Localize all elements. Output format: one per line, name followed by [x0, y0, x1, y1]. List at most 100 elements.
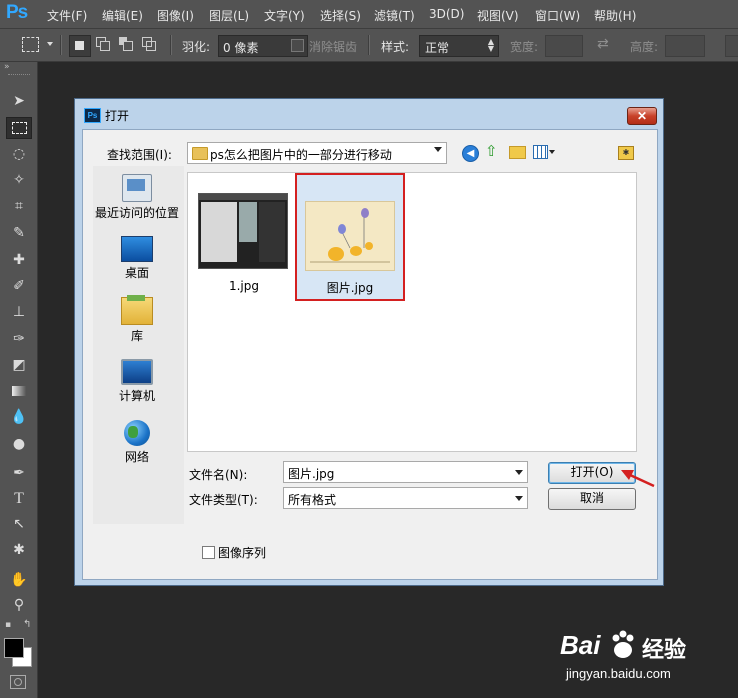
- place-computer-label: 计算机: [118, 389, 155, 403]
- photoshop-logo: Ps: [6, 2, 28, 23]
- hand-tool-icon[interactable]: ✋: [6, 569, 32, 591]
- filetype-label: 文件类型(T):: [189, 493, 258, 507]
- place-computer[interactable]: 计算机: [93, 359, 181, 404]
- back-icon[interactable]: ◀: [462, 145, 479, 162]
- swap-colors-icon[interactable]: ↰: [23, 619, 31, 630]
- menu-filter[interactable]: 滤镜(T): [374, 7, 415, 24]
- intersect-selection-button[interactable]: [142, 37, 156, 51]
- open-dialog: Ps 打开 ✕ 查找范围(I): ps怎么把图片中的一部分进行移动 ◀ ⇧ ✱ …: [74, 98, 664, 586]
- chevron-down-icon[interactable]: [515, 470, 523, 475]
- place-network-label: 网络: [124, 450, 149, 464]
- foreground-color-swatch[interactable]: [4, 638, 24, 658]
- filetype-value: 所有格式: [288, 493, 337, 507]
- style-label: 样式:: [381, 40, 410, 54]
- baidu-url: jingyan.baidu.com: [566, 666, 671, 681]
- menu-edit[interactable]: 编辑(E): [102, 7, 143, 24]
- place-desktop[interactable]: 桌面: [93, 236, 181, 281]
- filename-input[interactable]: 图片.jpg: [283, 461, 528, 483]
- menu-help[interactable]: 帮助(H): [594, 7, 636, 24]
- dodge-tool-icon[interactable]: ●: [6, 433, 32, 455]
- red-arrow-annotation: [621, 470, 655, 488]
- antialias-checkbox[interactable]: [291, 39, 304, 52]
- folder-star-icon[interactable]: ✱: [618, 146, 634, 160]
- width-input[interactable]: [545, 35, 583, 57]
- options-bar: 羽化: 0 像素 消除锯齿 样式: 正常 ▲ ▼ 宽度: ⇄ 高度:: [0, 28, 738, 62]
- dialog-body: 查找范围(I): ps怎么把图片中的一部分进行移动 ◀ ⇧ ✱ 最近访问的位置 …: [82, 129, 658, 580]
- place-libraries[interactable]: 库: [93, 295, 181, 344]
- move-tool-icon[interactable]: ➤: [6, 90, 32, 112]
- swap-arrows-icon[interactable]: ⇄: [597, 36, 609, 52]
- baidu-watermark: Bai 经验: [560, 630, 710, 663]
- view-menu-icon[interactable]: [533, 145, 548, 159]
- places-bar: 最近访问的位置 桌面 库 计算机 网络: [93, 166, 184, 524]
- look-in-label: 查找范围(I):: [107, 148, 172, 162]
- clone-stamp-tool-icon[interactable]: ⊥: [6, 301, 32, 323]
- menu-view[interactable]: 视图(V): [477, 7, 519, 24]
- baidu-brand-suffix: 经验: [642, 638, 687, 663]
- new-folder-icon[interactable]: [509, 146, 526, 159]
- marquee-tool-preset-icon[interactable]: [22, 37, 39, 52]
- dialog-titlebar[interactable]: Ps 打开 ✕: [75, 99, 663, 129]
- quick-mask-icon[interactable]: [10, 675, 26, 689]
- antialias-label: 消除锯齿: [309, 40, 358, 54]
- refine-edge-button[interactable]: [725, 35, 738, 57]
- menu-file[interactable]: 文件(F): [47, 7, 87, 24]
- place-network[interactable]: 网络: [93, 420, 181, 465]
- lasso-tool-icon[interactable]: ◌: [6, 143, 32, 165]
- tools-panel: » ➤ ◌ ✧ ⌗ ✎ ✚ ✐ ⊥ ✑ ◩ 💧 ● ✒ T ↖ ✱ ✋ ⚲ ▪ …: [0, 62, 38, 698]
- menu-3d[interactable]: 3D(D): [429, 7, 464, 21]
- file-item-2-selected[interactable]: 图片.jpg: [295, 173, 405, 301]
- file-item-1[interactable]: 1.jpg: [194, 179, 294, 297]
- image-sequence-checkbox[interactable]: [202, 546, 215, 559]
- blur-tool-icon[interactable]: 💧: [6, 406, 32, 428]
- add-to-selection-button[interactable]: [96, 37, 110, 51]
- feather-label: 羽化:: [182, 40, 211, 54]
- libraries-icon: [121, 295, 153, 325]
- baidu-paw-icon: [612, 630, 634, 658]
- menu-type[interactable]: 文字(Y): [264, 7, 305, 24]
- file-thumbnail-2: [305, 201, 395, 271]
- pen-tool-icon[interactable]: ✒: [6, 462, 32, 484]
- magic-wand-tool-icon[interactable]: ✧: [6, 169, 32, 191]
- gradient-tool-icon[interactable]: [6, 380, 32, 402]
- eyedropper-tool-icon[interactable]: ✎: [6, 222, 32, 244]
- width-label: 宽度:: [510, 40, 539, 54]
- default-colors-icon[interactable]: ▪: [5, 620, 11, 630]
- brush-tool-icon[interactable]: ✐: [6, 275, 32, 297]
- new-selection-button[interactable]: [69, 35, 91, 57]
- subtract-selection-button[interactable]: [119, 37, 133, 51]
- eraser-tool-icon[interactable]: ◩: [6, 354, 32, 376]
- look-in-combo[interactable]: ps怎么把图片中的一部分进行移动: [187, 142, 447, 164]
- desktop-icon: [121, 236, 153, 262]
- menu-window[interactable]: 窗口(W): [535, 7, 580, 24]
- menu-image[interactable]: 图像(I): [157, 7, 194, 24]
- close-icon: ✕: [636, 109, 648, 123]
- network-globe-icon: [124, 420, 150, 446]
- chevron-down-icon[interactable]: [549, 150, 555, 154]
- filetype-select[interactable]: 所有格式: [283, 487, 528, 509]
- recent-places-icon: [122, 174, 152, 202]
- menu-select[interactable]: 选择(S): [320, 7, 361, 24]
- feather-value: 0 像素: [223, 41, 259, 55]
- chevron-down-icon[interactable]: [47, 42, 53, 46]
- crop-tool-icon[interactable]: ⌗: [6, 195, 32, 217]
- type-tool-icon[interactable]: T: [6, 488, 32, 510]
- history-brush-tool-icon[interactable]: ✑: [6, 328, 32, 350]
- chevron-down-icon: [434, 147, 442, 152]
- healing-brush-tool-icon[interactable]: ✚: [6, 249, 32, 271]
- close-button[interactable]: ✕: [627, 107, 657, 125]
- custom-shape-tool-icon[interactable]: ✱: [6, 539, 32, 561]
- style-select[interactable]: 正常 ▲ ▼: [419, 35, 499, 57]
- place-recent[interactable]: 最近访问的位置: [93, 174, 181, 221]
- up-folder-icon[interactable]: ⇧: [485, 143, 498, 159]
- file-name-1: 1.jpg: [228, 279, 260, 293]
- height-input[interactable]: [665, 35, 705, 57]
- path-selection-tool-icon[interactable]: ↖: [6, 513, 32, 535]
- rectangular-marquee-tool-icon[interactable]: [6, 117, 32, 139]
- panel-grip[interactable]: [8, 74, 30, 77]
- collapse-panel-icon[interactable]: »: [4, 62, 9, 72]
- place-libraries-label: 库: [130, 329, 143, 343]
- zoom-tool-icon[interactable]: ⚲: [6, 594, 32, 616]
- height-label: 高度:: [630, 40, 659, 54]
- menu-layer[interactable]: 图层(L): [209, 7, 249, 24]
